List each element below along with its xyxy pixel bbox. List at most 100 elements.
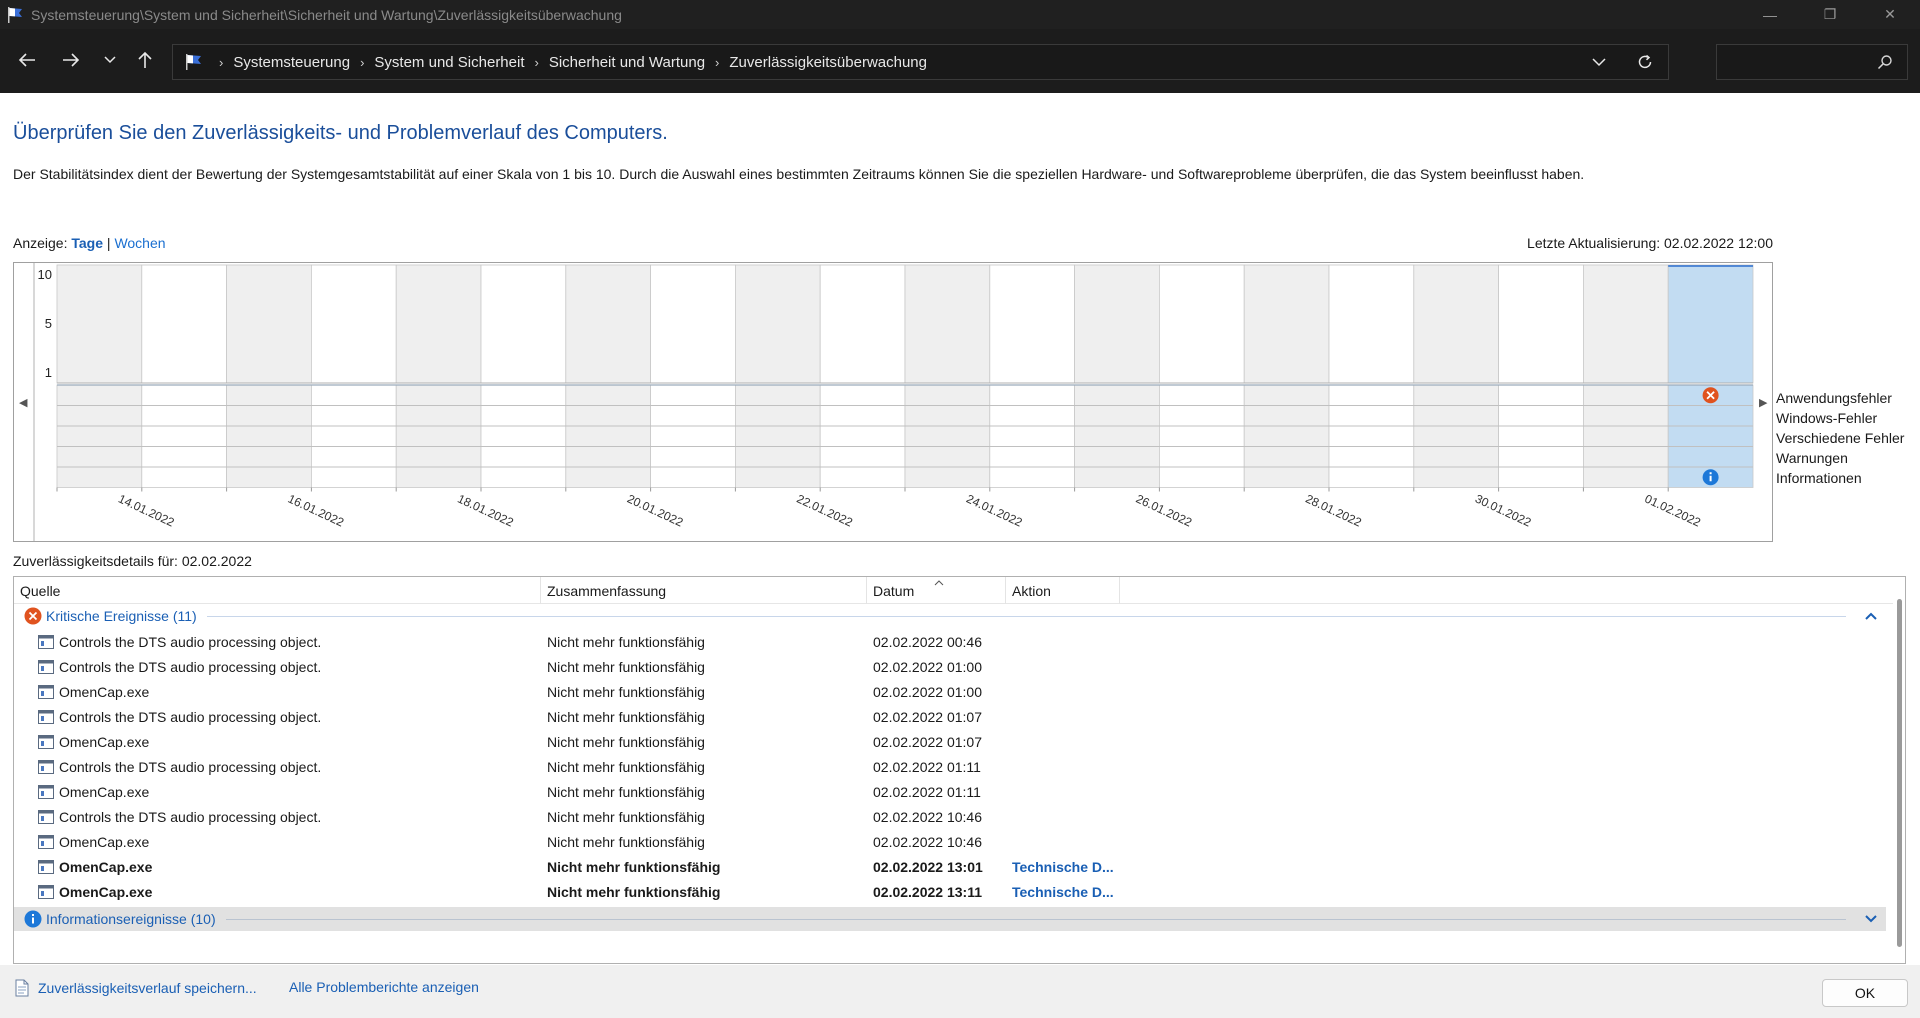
table-row[interactable]: OmenCap.exe Nicht mehr funktionsfähig 02.0… [14, 729, 1886, 754]
chart-scroll-left-icon[interactable]: ◀ [19, 396, 27, 409]
table-row[interactable]: Controls the DTS audio processing object… [14, 754, 1886, 779]
address-dropdown-button[interactable] [1576, 57, 1622, 67]
day-event-column-16.01.2022[interactable] [226, 384, 312, 488]
table-row[interactable]: OmenCap.exe Nicht mehr funktionsfähig 02.0… [14, 829, 1886, 854]
table-row[interactable]: Controls the DTS audio processing object… [14, 654, 1886, 679]
collapse-button[interactable] [1856, 612, 1886, 620]
technical-details-link[interactable]: Technische D... [1012, 854, 1114, 879]
group-label-critical[interactable]: Kritische Ereignisse (11) [46, 608, 197, 624]
breadcrumb-sicherheit-und-wartung[interactable]: Sicherheit und Wartung [549, 54, 705, 71]
day-event-column-20.01.2022[interactable] [565, 384, 651, 488]
day-event-column-25.01.2022[interactable] [989, 384, 1075, 488]
day-event-column-27.01.2022[interactable] [1159, 384, 1245, 488]
search-box[interactable] [1716, 44, 1908, 80]
day-column-28.01.2022[interactable] [1243, 264, 1330, 384]
day-event-column-24.01.2022[interactable] [904, 384, 991, 488]
ok-button[interactable]: OK [1822, 979, 1908, 1007]
view-weeks-link[interactable]: Wochen [114, 235, 165, 251]
table-row[interactable]: OmenCap.exe Nicht mehr funktionsfähig 02.0… [14, 854, 1886, 879]
table-scrollbar[interactable] [1893, 577, 1905, 963]
x-tick-label-24.01.2022: 24.01.2022 [964, 492, 1025, 530]
maximize-button[interactable]: ❐ [1800, 0, 1860, 29]
view-days-link[interactable]: Tage [71, 235, 103, 251]
day-column-18.01.2022[interactable] [395, 264, 482, 384]
table-row[interactable]: OmenCap.exe Nicht mehr funktionsfähig 02.0… [14, 879, 1886, 904]
column-header-aktion[interactable]: Aktion [1006, 577, 1120, 604]
day-event-column-23.01.2022[interactable] [819, 384, 906, 488]
day-column-15.01.2022[interactable] [141, 264, 228, 384]
table-row[interactable]: Controls the DTS audio processing object… [14, 804, 1886, 829]
day-event-column-15.01.2022[interactable] [141, 384, 228, 488]
day-column-23.01.2022[interactable] [819, 264, 906, 384]
day-column-14.01.2022[interactable] [56, 264, 143, 384]
back-button[interactable] [11, 44, 43, 76]
day-column-19.01.2022[interactable] [480, 264, 567, 384]
minimize-button[interactable]: — [1740, 0, 1800, 29]
chart-scroll-right-icon[interactable]: ▶ [1759, 396, 1767, 409]
day-column-16.01.2022[interactable] [226, 264, 312, 384]
day-column-17.01.2022[interactable] [310, 264, 397, 384]
address-bar[interactable]: › Systemsteuerung › System und Sicherhei… [172, 44, 1669, 80]
column-header-zusammenfassung[interactable]: Zusammenfassung [541, 577, 867, 604]
up-button[interactable] [129, 44, 161, 76]
day-event-column-26.01.2022[interactable] [1074, 384, 1160, 488]
forward-button[interactable] [55, 44, 87, 76]
day-event-column-14.01.2022[interactable] [56, 384, 143, 488]
cell-source: Controls the DTS audio processing object… [38, 629, 321, 654]
day-event-column-31.01.2022[interactable] [1498, 384, 1584, 488]
breadcrumb-zuverlaessigkeit[interactable]: Zuverlässigkeitsüberwachung [729, 54, 927, 71]
day-event-column-19.01.2022[interactable] [480, 384, 567, 488]
group-information-events[interactable]: Informationsereignisse (10) [14, 907, 1886, 931]
recent-locations-button[interactable] [94, 44, 126, 76]
day-column-24.01.2022[interactable] [904, 264, 991, 384]
day-column-25.01.2022[interactable] [989, 264, 1075, 384]
column-header-quelle[interactable]: Quelle [14, 577, 541, 604]
stability-chart-svg[interactable]: 10 5 1 14.01.2022 16.01.2022 18.01.2022 20.01.… [14, 263, 1772, 541]
day-event-column-17.01.2022[interactable] [310, 384, 397, 488]
day-event-column-01.02.2022[interactable] [1583, 384, 1669, 488]
day-event-column-29.01.2022[interactable] [1328, 384, 1415, 488]
day-event-column-22.01.2022[interactable] [735, 384, 821, 488]
scrollbar-thumb[interactable] [1897, 599, 1902, 947]
cell-summary: Nicht mehr funktionsfähig [547, 883, 721, 900]
day-event-column-28.01.2022[interactable] [1243, 384, 1330, 488]
day-column-20.01.2022[interactable] [565, 264, 651, 384]
day-column-21.01.2022[interactable] [650, 264, 736, 384]
breadcrumb-systemsteuerung[interactable]: Systemsteuerung [233, 54, 350, 71]
expand-button[interactable] [1856, 915, 1886, 923]
breadcrumb-system-und-sicherheit[interactable]: System und Sicherheit [374, 54, 524, 71]
day-event-column-30.01.2022[interactable] [1413, 384, 1500, 488]
technical-details-link[interactable]: Technische D... [1012, 879, 1114, 904]
breadcrumb-separator-icon[interactable]: › [360, 55, 364, 70]
group-critical-events[interactable]: Kritische Ereignisse (11) [14, 604, 1886, 628]
day-column-29.01.2022[interactable] [1328, 264, 1415, 384]
close-button[interactable]: ✕ [1860, 0, 1920, 29]
arrow-up-icon [138, 51, 152, 68]
day-column-27.01.2022[interactable] [1159, 264, 1245, 384]
table-row[interactable]: OmenCap.exe Nicht mehr funktionsfähig 02.0… [14, 679, 1886, 704]
day-event-column-21.01.2022[interactable] [650, 384, 736, 488]
breadcrumb-separator-icon[interactable]: › [535, 55, 539, 70]
day-column-02.02.2022[interactable] [1667, 264, 1754, 384]
save-history-label[interactable]: Zuverlässigkeitsverlauf speichern... [38, 980, 257, 996]
breadcrumb-separator-icon[interactable]: › [715, 55, 719, 70]
day-event-column-18.01.2022[interactable] [395, 384, 482, 488]
source-text: Controls the DTS audio processing object… [59, 658, 322, 675]
legend-windows-fehler: Windows-Fehler [1776, 410, 1878, 426]
cell-date: 02.02.2022 10:46 [873, 808, 982, 825]
day-column-22.01.2022[interactable] [735, 264, 821, 384]
day-column-30.01.2022[interactable] [1413, 264, 1500, 384]
group-label-information[interactable]: Informationsereignisse (10) [46, 911, 216, 927]
application-icon [38, 709, 54, 724]
day-column-31.01.2022[interactable] [1498, 264, 1584, 384]
stability-chart[interactable]: 10 5 1 14.01.2022 16.01.2022 18.01.2022 20.01.… [13, 262, 1773, 542]
refresh-button[interactable] [1622, 54, 1668, 70]
all-problem-reports-link[interactable]: Alle Problemberichte anzeigen [289, 979, 479, 995]
table-row[interactable]: OmenCap.exe Nicht mehr funktionsfähig 02.0… [14, 779, 1886, 804]
day-column-26.01.2022[interactable] [1074, 264, 1160, 384]
table-row[interactable]: Controls the DTS audio processing object… [14, 629, 1886, 654]
save-history-link[interactable]: Zuverlässigkeitsverlauf speichern... [14, 979, 257, 997]
day-column-01.02.2022[interactable] [1583, 264, 1669, 384]
application-icon [38, 809, 54, 824]
table-row[interactable]: Controls the DTS audio processing object… [14, 704, 1886, 729]
